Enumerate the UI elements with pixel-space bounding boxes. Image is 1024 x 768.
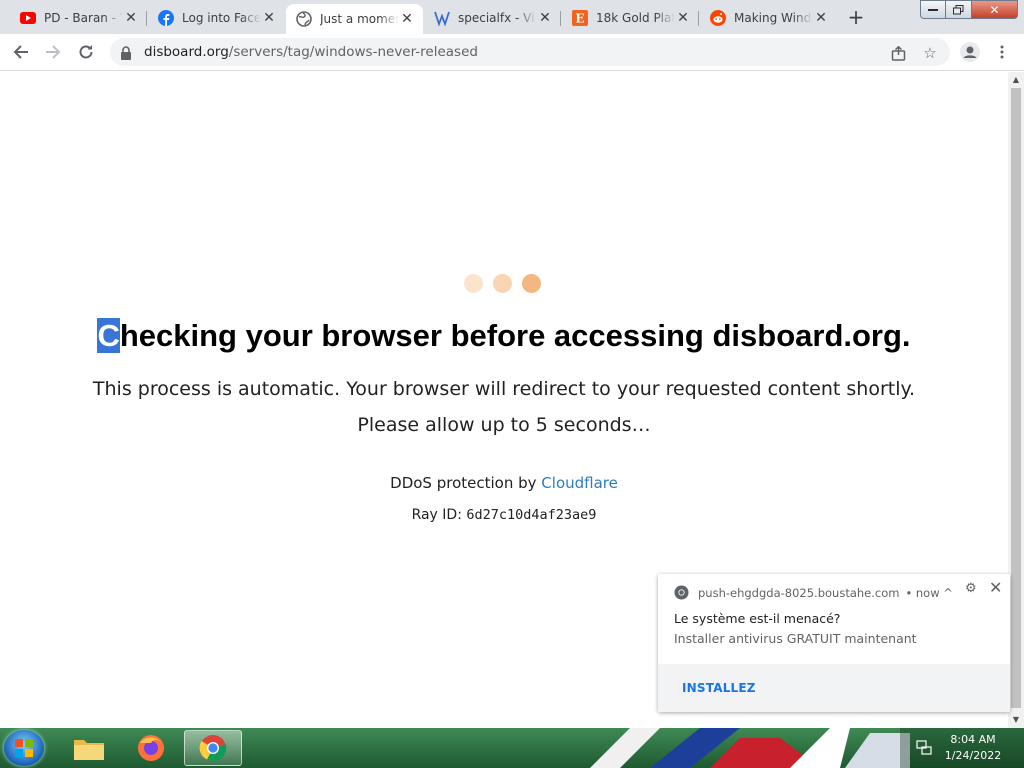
close-icon[interactable]: ✕ [537,10,553,26]
notification-title: Le système est-il menacé? [674,611,841,626]
page-heading: Checking your browser before accessing d… [0,318,1008,354]
vertical-scrollbar[interactable]: ▲ ▼ [1008,72,1024,728]
clock-time: 8:04 AM [950,733,996,746]
tab-title: 18k Gold Plated [596,11,675,25]
start-button[interactable] [4,730,44,766]
loading-dot [522,274,541,293]
notification-time: • now ^ [905,585,953,600]
loading-dot [493,274,512,293]
url-text: disboard.org/servers/tag/windows-never-r… [144,44,478,60]
reload-button[interactable] [73,40,99,64]
firefox-icon[interactable] [122,730,180,766]
close-icon[interactable]: ✕ [813,10,829,26]
window-controls: ✕ [920,0,1018,19]
minimize-button[interactable] [920,0,946,19]
heading-text: hecking your browser before accessing di… [119,318,911,353]
restore-button[interactable] [946,0,972,19]
tab-youtube[interactable]: PD - Baran - YouTube ✕ [10,4,147,32]
bookmark-star-icon[interactable]: ☆ [920,44,940,62]
install-button[interactable]: INSTALLEZ [682,681,756,695]
forward-button[interactable] [40,40,66,64]
share-icon[interactable] [888,44,908,62]
tab-title: PD - Baran - YouTube [44,11,123,25]
tab-etsy[interactable]: E 18k Gold Plated ✕ [562,4,699,32]
wallpaper-fragment [590,728,910,768]
reddit-icon [710,10,726,26]
selected-text: C [97,318,120,353]
tab-just-a-moment[interactable]: Just a moment... ✕ [286,4,423,34]
notification-origin: push-ehgdgda-8025.boustahe.com [698,585,900,600]
profile-avatar[interactable] [957,40,983,64]
gear-icon[interactable]: ⚙ [965,581,977,596]
notification-body: Installer antivirus GRATUIT maintenant [674,631,917,646]
vi-icon [434,10,450,26]
browser-toolbar: disboard.org/servers/tag/windows-never-r… [0,34,1024,71]
taskbar-clock[interactable]: 8:04 AM 1/24/2022 [938,732,1008,764]
tab-reddit[interactable]: Making Windows ✕ [700,4,837,32]
url-path: /servers/tag/windows-never-released [228,44,478,60]
ddos-label: DDoS protection by [390,474,537,492]
network-icon[interactable] [916,740,932,760]
scroll-down-arrow-icon[interactable]: ▼ [1008,712,1024,728]
etsy-icon: E [572,10,588,26]
tab-title: Log into Facebook [182,11,261,25]
lock-icon[interactable] [120,45,132,60]
scrollbar-thumb[interactable] [1011,88,1021,708]
youtube-icon [20,10,36,26]
loading-dots [464,274,544,294]
menu-kebab-icon[interactable] [989,40,1015,64]
cloudflare-link[interactable]: Cloudflare [541,474,618,492]
scroll-up-arrow-icon[interactable]: ▲ [1008,72,1024,88]
tab-facebook[interactable]: Log into Facebook ✕ [148,4,285,32]
window-close-button[interactable]: ✕ [972,0,1018,19]
close-icon[interactable]: ✕ [675,10,691,26]
chrome-icon [674,585,689,600]
svg-text:E: E [575,12,584,26]
facebook-icon [158,10,174,26]
url-host: disboard.org [144,44,229,60]
tab-separator [146,11,147,26]
file-explorer-icon[interactable] [60,730,118,766]
tab-title: specialfx - Vi [458,11,535,25]
new-tab-button[interactable]: + [844,7,868,29]
tab-title: Just a moment... [320,12,399,26]
clock-date: 1/24/2022 [944,749,1002,762]
ray-id-label: Ray ID: [411,507,462,523]
ray-id-line: Ray ID: 6d27c10d4af23ae9 [0,507,1008,523]
back-button[interactable] [8,40,34,64]
notification-footer: INSTALLEZ [658,664,1010,712]
taskbar: 8:04 AM 1/24/2022 [0,728,1024,768]
page-subtitle: This process is automatic. Your browser … [92,378,916,400]
tab-specialfx[interactable]: specialfx - Vi ✕ [424,4,561,32]
close-icon[interactable]: ✕ [261,10,277,26]
tab-separator [698,11,699,26]
close-icon[interactable]: ✕ [399,11,415,27]
tab-separator [560,11,561,26]
wait-message: Please allow up to 5 seconds… [357,414,651,436]
ray-id-value: 6d27c10d4af23ae9 [466,507,597,523]
tab-title: Making Windows [734,11,813,25]
ddos-protection-line: DDoS protection by Cloudflare [0,474,1008,492]
chrome-taskbar-icon[interactable] [184,730,242,766]
globe-icon [296,11,312,27]
push-notification[interactable]: push-ehgdgda-8025.boustahe.com • now ^ ⚙… [658,574,1010,712]
loading-dot [464,274,483,293]
close-icon[interactable]: ✕ [989,578,1002,597]
address-bar[interactable]: disboard.org/servers/tag/windows-never-r… [110,38,950,66]
notification-header: push-ehgdgda-8025.boustahe.com • now ^ [674,585,953,600]
tab-strip: PD - Baran - YouTube ✕ Log into Facebook… [0,0,1024,34]
close-icon[interactable]: ✕ [123,10,139,26]
